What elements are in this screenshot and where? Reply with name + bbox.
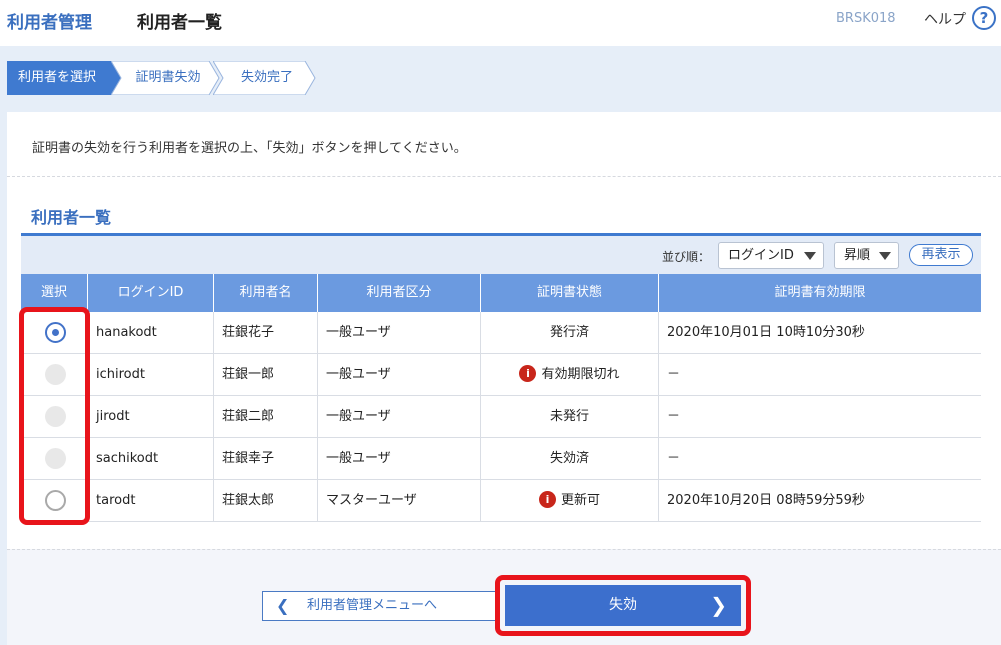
- cell-login-id: hanakodt: [88, 312, 214, 353]
- cell-text: tarodt: [96, 493, 136, 508]
- radio-column-highlight: [19, 307, 90, 525]
- sort-field-select[interactable]: ログインID: [718, 242, 824, 269]
- cell-type: 一般ユーザ: [318, 312, 481, 353]
- cell-expiry: －: [659, 396, 981, 437]
- col-cert-expiry: 証明書有効期限: [774, 285, 866, 300]
- back-to-menu-button[interactable]: ❮ 利用者管理メニューへ: [262, 591, 498, 621]
- cell-text: 有効期限切れ: [541, 367, 620, 382]
- cell-expiry: －: [659, 438, 981, 479]
- cell-text: jirodt: [96, 409, 130, 424]
- revoke-button-highlight: [495, 575, 751, 636]
- cell-text: 荘銀一郎: [222, 367, 275, 382]
- cell-status: 発行済: [481, 312, 659, 353]
- help-link[interactable]: ヘルプ: [924, 9, 966, 29]
- chevron-down-icon: [804, 252, 816, 260]
- cell-status: i 有効期限切れ: [481, 354, 659, 395]
- table-toolbar: 並び順： ログインID 昇順 再表示: [21, 233, 981, 274]
- cell-type: 一般ユーザ: [318, 396, 481, 437]
- step-label: 証明書失効: [135, 70, 201, 85]
- refresh-button[interactable]: 再表示: [909, 244, 973, 266]
- col-cert-status: 証明書状態: [481, 274, 659, 312]
- section-title: 利用者一覧: [31, 208, 112, 227]
- table-row: jirodt 荘銀二郎 一般ユーザ 未発行 －: [21, 396, 981, 438]
- cell-text: 荘銀幸子: [222, 451, 275, 466]
- cell-text: 一般ユーザ: [326, 367, 391, 382]
- step-label: 失効完了: [240, 70, 293, 85]
- step-current: 利用者を選択: [7, 61, 123, 95]
- cell-text: 一般ユーザ: [326, 409, 391, 424]
- screen-id: BRSK018: [836, 11, 896, 26]
- sort-order-value: 昇順: [844, 248, 871, 263]
- cell-login-id: sachikodt: [88, 438, 214, 479]
- sort-order-select[interactable]: 昇順: [834, 242, 899, 269]
- cell-text: 2020年10月20日 08時59分59秒: [667, 493, 865, 508]
- cell-text: －: [667, 409, 681, 424]
- cell-type: 一般ユーザ: [318, 354, 481, 395]
- cell-text: 一般ユーザ: [326, 451, 391, 466]
- col-user-name: 利用者名: [214, 274, 318, 312]
- cell-name: 荘銀太郎: [214, 480, 318, 521]
- step-next: 証明書失効: [111, 61, 221, 95]
- step-final: 失効完了: [213, 61, 317, 95]
- cell-login-id: tarodt: [88, 480, 214, 521]
- cell-status: 未発行: [481, 396, 659, 437]
- back-button-label: 利用者管理メニューへ: [307, 598, 438, 613]
- cell-text: ichirodt: [96, 367, 145, 382]
- help-icon[interactable]: ?: [972, 6, 996, 30]
- page-header: 利用者管理 利用者一覧 BRSK018 ヘルプ ?: [0, 0, 1001, 46]
- instruction-text: 証明書の失効を行う利用者を選択の上、「失効」ボタンを押してください。: [32, 141, 467, 156]
- cell-type: マスターユーザ: [318, 480, 481, 521]
- cell-expiry: －: [659, 354, 981, 395]
- col-login-id: ログインID: [88, 274, 214, 312]
- cell-text: hanakodt: [96, 325, 157, 340]
- cell-text: 荘銀二郎: [222, 409, 275, 424]
- cell-name: 荘銀一郎: [214, 354, 318, 395]
- table-row: tarodt 荘銀太郎 マスターユーザ i 更新可 2020年10月20日 08時59分5…: [21, 480, 981, 522]
- cell-login-id: ichirodt: [88, 354, 214, 395]
- chevron-left-icon: ❮: [276, 596, 290, 615]
- page-title: 利用者一覧: [137, 13, 222, 33]
- table-row: sachikodt 荘銀幸子 一般ユーザ 失効済 －: [21, 438, 981, 480]
- cell-text: 荘銀花子: [222, 325, 275, 340]
- chevron-down-icon: [879, 252, 891, 260]
- cell-name: 荘銀花子: [214, 312, 318, 353]
- cell-expiry: 2020年10月01日 10時10分30秒: [659, 312, 981, 353]
- brand-label: 利用者管理: [7, 13, 92, 33]
- divider: [7, 176, 1001, 177]
- cell-type: 一般ユーザ: [318, 438, 481, 479]
- table-row: ichirodt 荘銀一郎 一般ユーザ i 有効期限切れ －: [21, 354, 981, 396]
- cell-text: －: [667, 451, 681, 466]
- col-user-type: 利用者区分: [318, 274, 481, 312]
- cell-text: 更新可: [560, 493, 600, 508]
- cell-text: マスターユーザ: [326, 493, 417, 508]
- table-row: hanakodt 荘銀花子 一般ユーザ 発行済 2020年10月01日 10時10分30…: [21, 312, 981, 354]
- cell-name: 荘銀二郎: [214, 396, 318, 437]
- sort-field-value: ログインID: [728, 248, 794, 263]
- cell-login-id: jirodt: [88, 396, 214, 437]
- cell-text: 一般ユーザ: [326, 325, 391, 340]
- cell-status: 失効済: [481, 438, 659, 479]
- cell-text: 2020年10月01日 10時10分30秒: [667, 325, 865, 340]
- cell-text: 発行済: [549, 325, 589, 340]
- cell-text: 未発行: [549, 409, 589, 424]
- table-header: 選択 ログインID 利用者名 利用者区分 証明書状態 証明書有効期限: [21, 274, 981, 312]
- cell-status: i 更新可: [481, 480, 659, 521]
- warning-icon: i: [519, 364, 537, 382]
- cell-expiry: 2020年10月20日 08時59分59秒: [659, 480, 981, 521]
- cell-text: 失効済: [549, 451, 589, 466]
- cell-name: 荘銀幸子: [214, 438, 318, 479]
- cell-text: －: [667, 367, 681, 382]
- sort-label: 並び順：: [662, 250, 711, 264]
- warning-icon: i: [538, 490, 556, 508]
- cell-text: sachikodt: [96, 451, 159, 466]
- step-label: 利用者を選択: [17, 70, 96, 85]
- cell-text: 荘銀太郎: [222, 493, 275, 508]
